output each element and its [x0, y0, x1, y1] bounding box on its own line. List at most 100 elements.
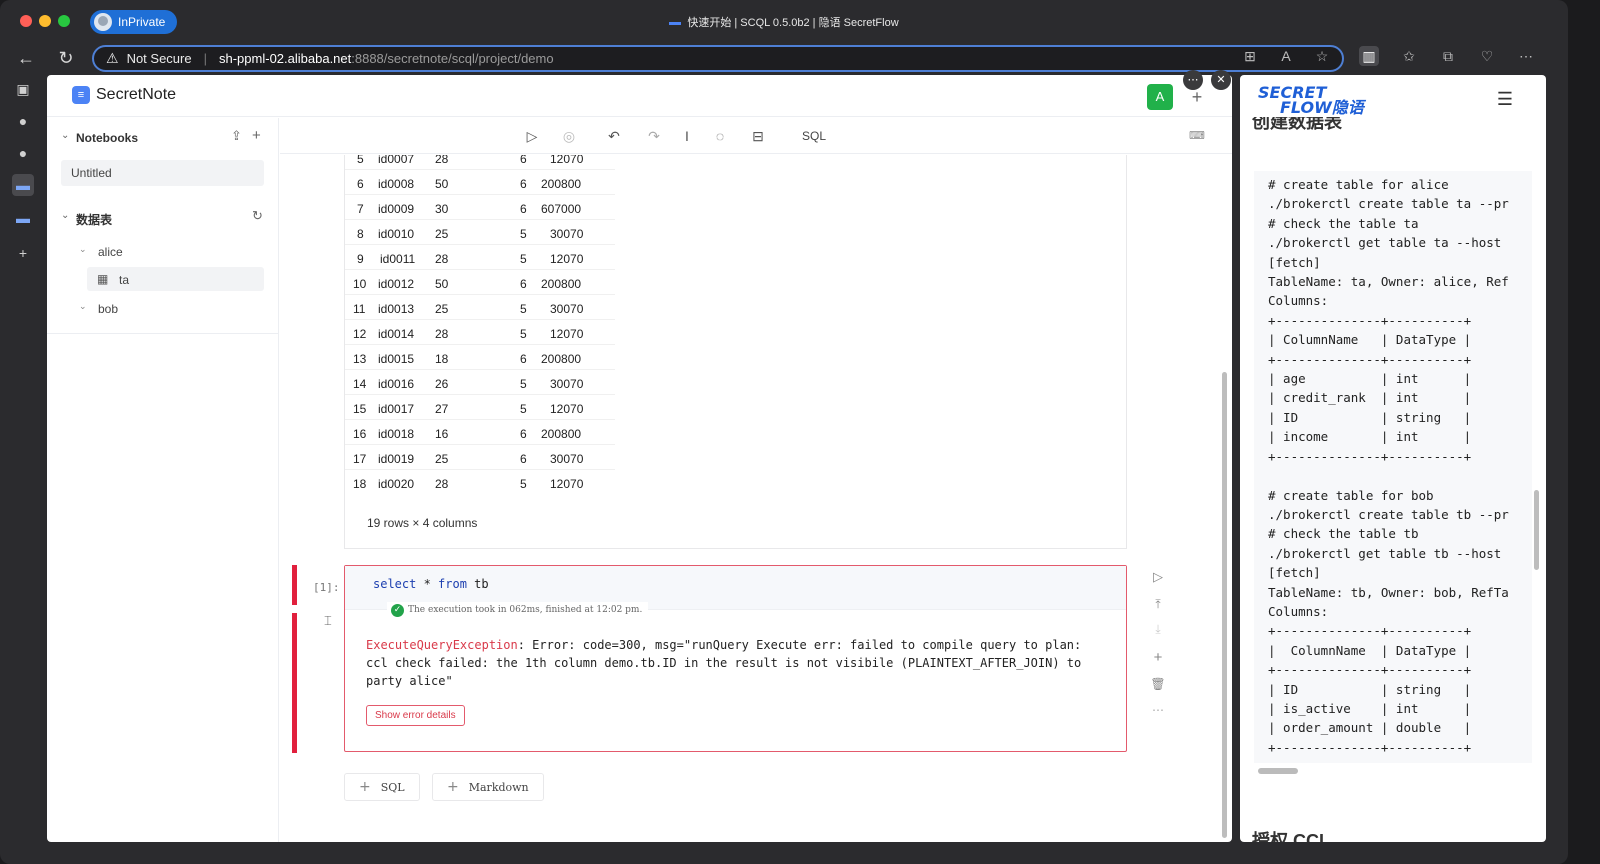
address-bar[interactable]: ⚠ Not Secure | sh-ppml-02.alibaba.net:88…: [92, 45, 1344, 72]
table-row: 14 id0016 26 5 30070: [345, 370, 615, 395]
run-cell-icon[interactable]: ▷: [1149, 568, 1167, 586]
delete-cell-icon[interactable]: 🗑: [1149, 675, 1167, 693]
code-horizontal-scrollbar[interactable]: [1258, 768, 1298, 774]
table-row: 6 id0008 50 6 200800: [345, 170, 615, 195]
heart-icon[interactable]: ♡: [1477, 46, 1497, 66]
new-tab-plus-icon[interactable]: +: [12, 242, 34, 264]
tab-actions-icon[interactable]: ▣: [12, 78, 34, 100]
text-cursor-icon[interactable]: I: [677, 126, 697, 146]
show-error-details-button[interactable]: Show error details: [366, 705, 465, 726]
table-row: 15 id0017 27 5 12070: [345, 395, 615, 420]
cell-more-icon[interactable]: ⋯: [1149, 701, 1167, 719]
redo-icon[interactable]: ↷: [644, 126, 664, 146]
github-tab-icon[interactable]: ●: [12, 110, 34, 132]
upload-icon[interactable]: ⇪: [231, 128, 242, 144]
menu-icon[interactable]: ☰: [1494, 89, 1516, 109]
favorite-star-icon[interactable]: ☆: [1312, 46, 1332, 66]
chevron-down-icon[interactable]: ⌄: [79, 301, 87, 312]
code-line: ./brokerctl get table ta --host: [1268, 235, 1502, 251]
table-row: 11 id0013 25 5 30070: [345, 295, 615, 320]
tree-item-ta[interactable]: ▦ ta: [87, 267, 264, 291]
table-row: 18 id0020 28 5 12070: [353, 477, 584, 491]
notebook-scrollbar[interactable]: [1222, 372, 1227, 838]
toolbox-icon[interactable]: ⊟: [748, 126, 768, 146]
keyboard-icon[interactable]: ⌨: [1187, 126, 1207, 146]
check-circle-icon: ✓: [391, 603, 404, 617]
cell-execution-number: [1]:: [313, 581, 340, 594]
code-block-text: # create table for alice ./brokerctl crea…: [1268, 175, 1509, 757]
secretflow-logo[interactable]: SECRET FLOW隐语: [1258, 85, 1364, 116]
move-down-icon[interactable]: ⤓: [1149, 620, 1167, 638]
move-up-icon[interactable]: ⤒: [1149, 595, 1167, 613]
security-label: Not Secure: [126, 51, 192, 66]
reload-icon[interactable]: ↻: [54, 46, 78, 70]
close-split-icon[interactable]: ✕: [1211, 70, 1231, 90]
error-type: ExecuteQueryException: [366, 638, 518, 652]
read-aloud-icon[interactable]: A: [1276, 46, 1296, 66]
app-available-icon[interactable]: ⊞: [1240, 46, 1260, 66]
collections-icon[interactable]: ⧉: [1438, 46, 1458, 66]
cell-output-marker[interactable]: [292, 613, 297, 753]
code-line: # create table for bob: [1268, 487, 1434, 503]
sql-cell[interactable]: select * from tb ✓ The execution took in…: [344, 565, 1127, 752]
section-heading-bottom: 授权 CCL: [1252, 831, 1330, 842]
cell-mode-label[interactable]: SQL: [802, 129, 826, 143]
more-menu-icon[interactable]: ⋯: [1183, 70, 1203, 90]
chevron-down-icon[interactable]: ⌄: [61, 210, 69, 221]
tree-item-alice[interactable]: alice: [98, 245, 123, 259]
url-host: sh-ppml-02.alibaba.net: [219, 51, 352, 66]
collapse-output-icon[interactable]: ⌶: [324, 613, 332, 629]
github-tab-icon-2[interactable]: ●: [12, 142, 34, 164]
notebook-area: 5 id0007 28 6 12070 6 id0008 50 6 200800 7 id0009…: [280, 155, 1232, 842]
code-line: | income | int |: [1268, 429, 1472, 445]
secretnote-logo-icon: ≡: [72, 86, 90, 104]
docs-scrollbar[interactable]: [1534, 490, 1539, 570]
run-icon[interactable]: ▷: [522, 126, 542, 146]
add-markdown-cell-button[interactable]: + Markdown: [432, 773, 544, 801]
execution-info-text: The execution took in 062ms, finished at…: [408, 605, 643, 615]
add-cell-plus-icon[interactable]: +: [1149, 649, 1167, 667]
code-line: [fetch]: [1268, 565, 1321, 581]
code-line: | is_active | int |: [1268, 700, 1472, 716]
favorites-icon[interactable]: ✩: [1399, 46, 1419, 66]
code-line: ./brokerctl create table tb --pr: [1268, 506, 1509, 522]
code-line: Columns:: [1268, 293, 1329, 309]
code-line: ./brokerctl create table ta --pr: [1268, 196, 1509, 212]
chevron-down-icon[interactable]: ⌄: [79, 244, 87, 255]
code-block[interactable]: # create table for alice ./brokerctl crea…: [1254, 171, 1532, 763]
code-line: +--------------+----------+: [1268, 312, 1472, 328]
secretflow-tab-icon[interactable]: ▬: [12, 174, 34, 196]
error-message: ExecuteQueryException: Error: code=300, …: [366, 636, 1106, 690]
execution-status: ✓ The execution took in 062ms, finished …: [387, 602, 649, 618]
split-screen-icon[interactable]: ▥: [1359, 46, 1379, 66]
sidebar-divider: [47, 333, 279, 334]
tree-item-bob[interactable]: bob: [98, 302, 118, 316]
code-line: Columns:: [1268, 603, 1329, 619]
undo-icon[interactable]: ↶: [604, 126, 624, 146]
warning-icon: ⚠: [106, 50, 119, 66]
table-row: 7 id0009 30 6 607000: [345, 195, 615, 220]
more-options-icon[interactable]: ⋯: [1516, 46, 1536, 66]
secretflow-tab-icon-2[interactable]: ▬: [12, 207, 34, 229]
refresh-icon[interactable]: ↻: [252, 208, 263, 224]
add-notebook-plus-icon[interactable]: +: [252, 127, 261, 144]
code-line: ./brokerctl get table tb --host: [1268, 545, 1502, 561]
code-line: | ID | string |: [1268, 409, 1472, 425]
notebook-item[interactable]: Untitled: [61, 160, 264, 186]
section-heading-cut: 创建数据表: [1252, 117, 1342, 131]
table-row: 8 id0010 25 5 30070: [345, 220, 615, 245]
code-line: +--------------+----------+: [1268, 662, 1472, 678]
back-arrow-icon[interactable]: ←: [14, 46, 38, 70]
cell-active-marker[interactable]: [292, 565, 297, 605]
hide-output-icon[interactable]: ◌: [710, 126, 730, 146]
title-bar: InPrivate 快速开始 | SCQL 0.5.0b2 | 隐语 Secre…: [0, 0, 1568, 42]
user-avatar[interactable]: A: [1147, 84, 1173, 110]
tab-favicon-icon: [669, 21, 682, 25]
code-token: tb: [466, 577, 489, 591]
chevron-down-icon[interactable]: ⌄: [61, 130, 69, 141]
add-sql-cell-button[interactable]: + SQL: [344, 773, 420, 801]
datatables-section-title: 数据表: [76, 213, 113, 227]
table-row: 10 id0012 50 6 200800: [345, 270, 615, 295]
location-icon[interactable]: ◎: [559, 126, 579, 146]
